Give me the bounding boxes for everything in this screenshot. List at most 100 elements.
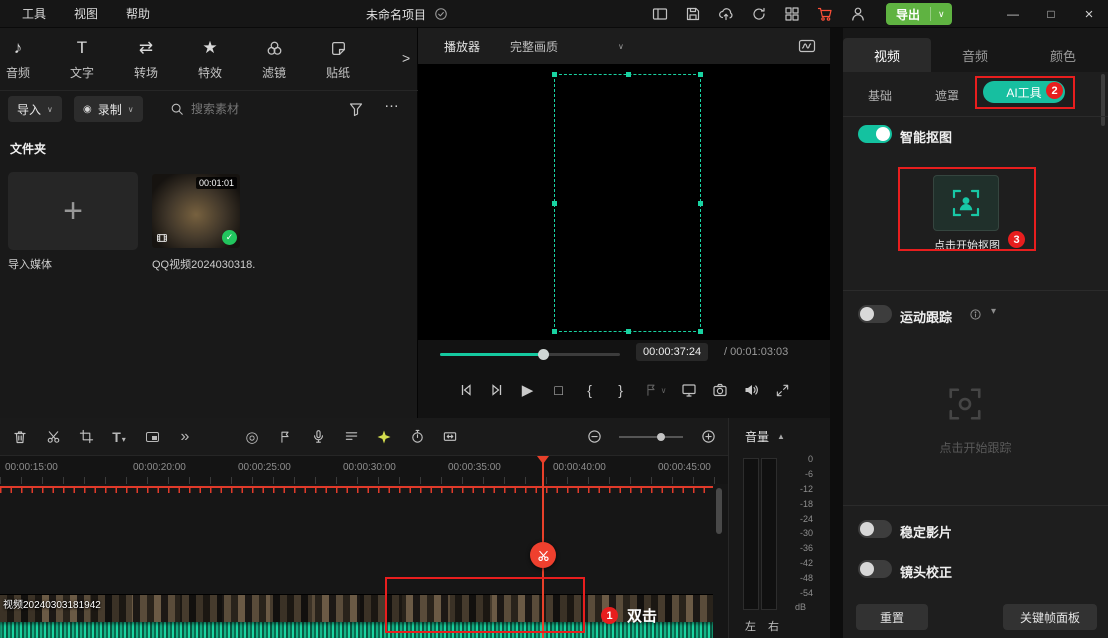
import-button[interactable]: 导入 ∨ bbox=[8, 96, 62, 122]
quality-dropdown[interactable]: 完整画质 bbox=[510, 38, 558, 55]
search-input[interactable] bbox=[191, 102, 311, 116]
tab-audio-props[interactable]: 音频 bbox=[931, 38, 1019, 72]
tab-video[interactable]: 视频 bbox=[843, 38, 931, 72]
previous-frame-button[interactable] bbox=[458, 381, 474, 399]
search-box[interactable] bbox=[170, 96, 330, 122]
menu-tools[interactable]: 工具 bbox=[22, 0, 46, 28]
next-frame-button[interactable] bbox=[489, 381, 505, 399]
save-icon[interactable] bbox=[685, 6, 701, 22]
handle-bottom-center[interactable] bbox=[626, 329, 631, 334]
motion-tracking-toggle[interactable] bbox=[858, 305, 892, 323]
preview-viewport[interactable] bbox=[418, 64, 830, 340]
marker-flag-button[interactable]: ∨ bbox=[644, 381, 667, 399]
subtab-basic[interactable]: 基础 bbox=[868, 87, 892, 104]
mask-flag-icon[interactable] bbox=[277, 428, 293, 446]
cut-scissors-badge[interactable] bbox=[530, 542, 556, 568]
delete-trash-icon[interactable] bbox=[12, 428, 28, 446]
minimize-button[interactable]: — bbox=[994, 0, 1032, 28]
info-icon[interactable] bbox=[969, 308, 982, 321]
close-button[interactable]: × bbox=[1070, 0, 1108, 28]
transport-controls: ▶ □ { } ∨ bbox=[418, 370, 830, 410]
playback-slider[interactable] bbox=[440, 353, 620, 356]
tab-stickers[interactable]: 贴纸 bbox=[306, 38, 370, 81]
zoom-in-icon[interactable] bbox=[700, 428, 716, 446]
titlebar-icon-row bbox=[652, 0, 866, 28]
sync-help-icon[interactable] bbox=[751, 6, 767, 22]
timeline-toolbar: T▾ » ◎ bbox=[0, 418, 728, 456]
speaker-button[interactable] bbox=[743, 381, 759, 399]
play-button[interactable]: ▶ bbox=[520, 381, 536, 399]
timeline-tracks[interactable]: 视频20240303181942 bbox=[0, 484, 728, 638]
handle-mid-right[interactable] bbox=[698, 201, 703, 206]
stop-button[interactable]: □ bbox=[551, 381, 567, 399]
timeline-ruler[interactable]: 00:00:15:00 00:00:20:00 00:00:25:00 00:0… bbox=[0, 456, 728, 484]
fit-timeline-icon[interactable] bbox=[442, 428, 458, 446]
preview-on-monitor-button[interactable] bbox=[681, 381, 697, 399]
handle-bottom-left[interactable] bbox=[552, 329, 557, 334]
zoom-slider-thumb[interactable] bbox=[657, 433, 665, 441]
handle-top-right[interactable] bbox=[698, 72, 703, 77]
mark-in-button[interactable]: { bbox=[582, 381, 598, 399]
more-options-icon[interactable]: … bbox=[384, 94, 400, 111]
filter-funnel-icon[interactable] bbox=[348, 101, 364, 117]
maximize-button[interactable]: □ bbox=[1032, 0, 1070, 28]
volume-dropdown[interactable]: 音量 ▲ bbox=[745, 428, 785, 445]
keyframe-icon[interactable]: ◎ bbox=[244, 428, 260, 446]
voiceover-mic-icon[interactable] bbox=[310, 428, 326, 446]
audio-waveform[interactable] bbox=[0, 622, 713, 638]
split-scissors-icon[interactable] bbox=[45, 428, 61, 446]
handle-top-center[interactable] bbox=[626, 72, 631, 77]
ruler-time-label: 00:00:30:00 bbox=[343, 462, 396, 473]
fullscreen-button[interactable] bbox=[774, 381, 790, 399]
user-icon[interactable] bbox=[850, 6, 866, 22]
smart-cutout-toggle[interactable] bbox=[858, 125, 892, 143]
cloud-upload-icon[interactable] bbox=[718, 6, 734, 22]
layout-icon[interactable] bbox=[652, 6, 668, 22]
crop-icon[interactable] bbox=[78, 428, 94, 446]
ai-highlight-icon[interactable] bbox=[376, 428, 392, 446]
pip-icon[interactable] bbox=[144, 428, 160, 446]
render-preview-icon[interactable] bbox=[798, 38, 816, 54]
record-button[interactable]: ◉ 录制 ∨ bbox=[74, 96, 143, 122]
tab-transitions[interactable]: ⇄ 转场 bbox=[114, 38, 178, 81]
panel-scrollbar[interactable] bbox=[1101, 74, 1105, 126]
grid-apps-icon[interactable] bbox=[784, 6, 800, 22]
lens-correction-toggle[interactable] bbox=[858, 560, 892, 578]
handle-mid-left[interactable] bbox=[552, 201, 557, 206]
expand-tabs-icon[interactable]: > bbox=[402, 50, 410, 66]
more-tools-chevrons-icon[interactable]: » bbox=[177, 428, 193, 446]
cart-icon[interactable] bbox=[817, 6, 833, 22]
import-media-tile[interactable]: + bbox=[8, 172, 138, 250]
timeline-zoom-slider[interactable] bbox=[619, 436, 683, 438]
handle-bottom-right[interactable] bbox=[698, 329, 703, 334]
handle-top-left[interactable] bbox=[552, 72, 557, 77]
annotation-step-1-badge: 1 bbox=[601, 607, 618, 624]
snapshot-camera-button[interactable] bbox=[712, 381, 728, 399]
speed-stopwatch-icon[interactable] bbox=[409, 428, 425, 446]
tab-effects[interactable]: ★ 特效 bbox=[178, 38, 242, 81]
start-cutout-button[interactable] bbox=[933, 175, 999, 231]
export-button[interactable]: 导出 ∨ bbox=[886, 3, 952, 25]
selection-bounding-box[interactable] bbox=[554, 74, 701, 332]
tab-color[interactable]: 颜色 bbox=[1019, 38, 1107, 72]
quality-chevron-down-icon[interactable]: ∨ bbox=[618, 42, 624, 51]
add-text-icon[interactable]: T▾ bbox=[111, 428, 127, 446]
reset-button[interactable]: 重置 bbox=[856, 604, 928, 630]
mark-out-button[interactable]: } bbox=[613, 381, 629, 399]
video-editor-window: 工具 视图 帮助 未命名项目 导出 ∨ — □ × bbox=[0, 0, 1108, 638]
playback-thumb[interactable] bbox=[538, 349, 549, 360]
menu-help[interactable]: 帮助 bbox=[126, 0, 150, 28]
subtab-mask[interactable]: 遮罩 bbox=[935, 87, 959, 104]
media-clip-thumbnail[interactable]: 00:01:01 ✓ bbox=[152, 174, 240, 248]
effects-star-icon: ★ bbox=[202, 38, 217, 58]
tab-audio[interactable]: ♪ 音频 bbox=[0, 38, 50, 81]
zoom-out-icon[interactable] bbox=[586, 428, 602, 446]
motion-tracking-caret-icon[interactable]: ▾ bbox=[991, 306, 996, 317]
menu-view[interactable]: 视图 bbox=[74, 0, 98, 28]
stabilize-toggle[interactable] bbox=[858, 520, 892, 538]
tab-filters[interactable]: 滤镜 bbox=[242, 38, 306, 81]
tab-text[interactable]: T 文字 bbox=[50, 38, 114, 81]
keyframe-panel-button[interactable]: 关键帧面板 bbox=[1003, 604, 1097, 630]
tracks-scrollbar[interactable] bbox=[716, 488, 722, 534]
subtitle-list-icon[interactable] bbox=[343, 428, 359, 446]
